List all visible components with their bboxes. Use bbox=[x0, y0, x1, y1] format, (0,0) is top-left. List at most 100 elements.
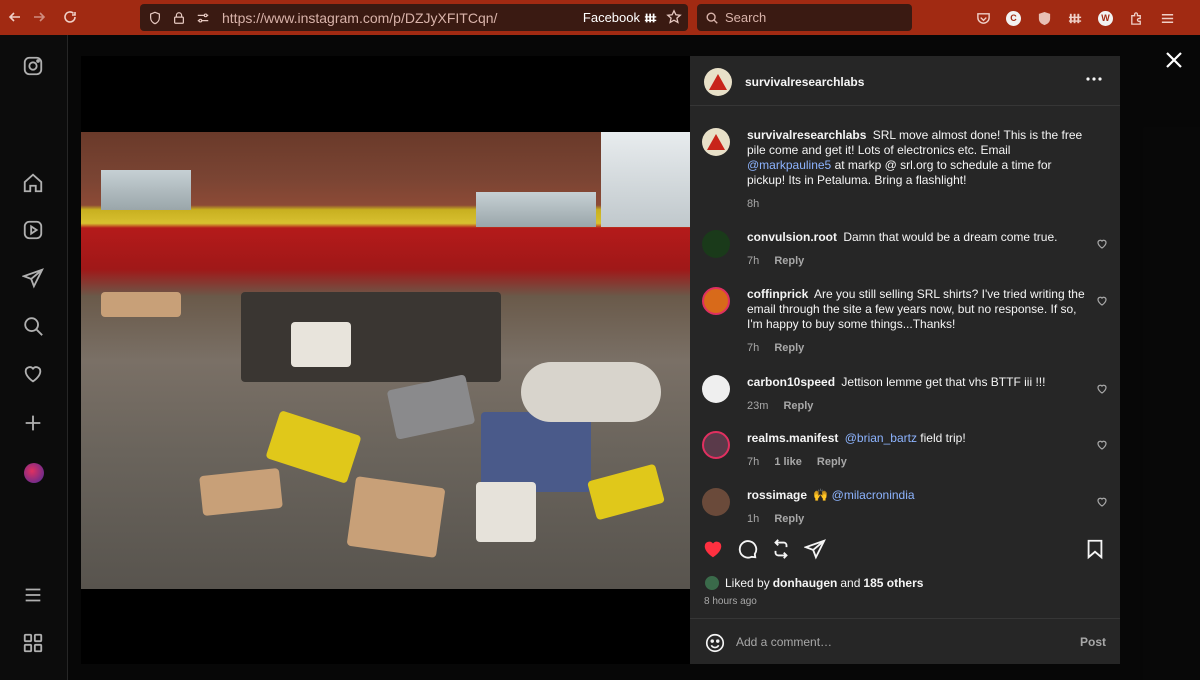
post-caption: survivalresearchlabs SRL move almost don… bbox=[702, 128, 1108, 210]
comment-text: field trip! bbox=[920, 431, 966, 445]
address-bar[interactable]: https://www.instagram.com/p/DZJyXFITCqn/… bbox=[140, 4, 688, 31]
comment-likes[interactable]: 1 like bbox=[774, 456, 802, 468]
caption-text: survivalresearchlabs SRL move almost don… bbox=[747, 128, 1083, 187]
notifications-heart-icon[interactable] bbox=[22, 363, 46, 387]
author-username[interactable]: survivalresearchlabs bbox=[745, 75, 864, 89]
hamburger-menu-icon[interactable] bbox=[1156, 7, 1178, 29]
instagram-sidebar bbox=[0, 35, 68, 680]
home-icon[interactable] bbox=[22, 172, 46, 196]
liker-username[interactable]: donhaugen bbox=[773, 576, 838, 590]
search-icon[interactable] bbox=[22, 315, 46, 339]
reels-icon[interactable] bbox=[22, 219, 46, 243]
photo-cardboard bbox=[199, 467, 283, 517]
search-icon bbox=[706, 11, 718, 24]
comment-input[interactable] bbox=[736, 631, 1056, 653]
post-photo bbox=[81, 132, 690, 589]
caption-time: 8h bbox=[747, 198, 760, 210]
fence-extension-icon[interactable] bbox=[1064, 7, 1086, 29]
caption-meta: 8h bbox=[747, 197, 771, 212]
reply-button[interactable]: Reply bbox=[817, 456, 847, 468]
like-comment-heart-icon[interactable] bbox=[1096, 496, 1108, 508]
bookmark-star-icon[interactable] bbox=[666, 9, 682, 25]
repost-icon bbox=[774, 539, 788, 559]
likes-summary: Liked by donhaugen and 185 others bbox=[704, 575, 926, 591]
url-text: https://www.instagram.com/p/DZJyXFITCqn/ bbox=[222, 9, 498, 26]
extension-c-icon[interactable]: C bbox=[1006, 10, 1021, 26]
commenter-avatar[interactable] bbox=[702, 431, 730, 459]
comment-text: Damn that would be a dream come true. bbox=[843, 230, 1058, 244]
mention-link[interactable]: @markpauline5 bbox=[747, 158, 831, 172]
pocket-icon[interactable] bbox=[972, 7, 994, 29]
like-comment-heart-icon[interactable] bbox=[1096, 295, 1108, 307]
like-comment-heart-icon[interactable] bbox=[1096, 439, 1108, 451]
comment-time: 7h bbox=[747, 255, 760, 267]
create-plus-icon[interactable] bbox=[22, 412, 46, 436]
caption-username[interactable]: survivalresearchlabs bbox=[747, 128, 866, 142]
commenter-avatar[interactable] bbox=[702, 488, 730, 516]
more-menu-icon[interactable] bbox=[22, 584, 46, 608]
commenter-avatar[interactable] bbox=[702, 287, 730, 315]
photo-blue-equipment bbox=[481, 412, 591, 492]
extension-w-icon[interactable]: W bbox=[1098, 10, 1113, 26]
commenter-avatar[interactable] bbox=[702, 375, 730, 403]
forward-button[interactable] bbox=[24, 2, 54, 32]
save-button[interactable] bbox=[1084, 538, 1108, 562]
comment-button[interactable] bbox=[736, 538, 760, 562]
author-avatar[interactable] bbox=[704, 68, 732, 96]
comment-time: 7h bbox=[747, 342, 760, 354]
heart-filled-icon bbox=[704, 541, 722, 558]
reply-button[interactable]: Reply bbox=[774, 342, 804, 354]
reload-button[interactable] bbox=[55, 2, 85, 32]
reply-button[interactable]: Reply bbox=[774, 255, 804, 267]
comment-item: realms.manifest @brian_bartz field trip!… bbox=[702, 431, 1108, 471]
comment-time: 7h bbox=[747, 456, 760, 468]
mention-link[interactable]: @milacronindia bbox=[832, 488, 915, 502]
direct-messages-icon[interactable] bbox=[21, 267, 46, 291]
likes-count[interactable]: 185 others bbox=[863, 576, 923, 590]
photo-window bbox=[476, 192, 596, 227]
comment-username[interactable]: carbon10speed bbox=[747, 375, 835, 389]
photo-yellow-crate bbox=[265, 410, 362, 484]
more-options-icon[interactable] bbox=[1084, 74, 1104, 84]
comment-item: rossimage 🙌 @milacronindia 1h Reply bbox=[702, 488, 1108, 528]
comment-username[interactable]: realms.manifest bbox=[747, 431, 838, 445]
comment-item: carbon10speed Jettison lemme get that vh… bbox=[702, 375, 1108, 415]
repost-button[interactable] bbox=[770, 538, 794, 562]
permissions-icon bbox=[196, 10, 212, 26]
post-header: survivalresearchlabs bbox=[690, 56, 1120, 106]
post-details-panel: survivalresearchlabs survivalresearchlab… bbox=[690, 56, 1120, 664]
send-icon bbox=[803, 539, 826, 560]
instagram-logo-icon[interactable] bbox=[22, 55, 46, 79]
reload-icon bbox=[64, 11, 76, 23]
emoji-icon[interactable] bbox=[704, 632, 726, 654]
search-box[interactable]: Search bbox=[697, 4, 912, 31]
liker-avatar bbox=[704, 575, 720, 591]
author-avatar[interactable] bbox=[702, 128, 730, 156]
comment-username[interactable]: coffinprick bbox=[747, 287, 808, 301]
like-button[interactable] bbox=[702, 538, 726, 562]
like-comment-heart-icon[interactable] bbox=[1096, 238, 1108, 250]
bookmark-icon bbox=[1087, 539, 1103, 560]
commenter-avatar[interactable] bbox=[702, 230, 730, 258]
reply-button[interactable]: Reply bbox=[774, 513, 804, 525]
extensions-puzzle-icon[interactable] bbox=[1125, 7, 1147, 29]
photo-metal-sheet bbox=[386, 374, 476, 440]
container-badge[interactable]: Facebook bbox=[583, 10, 658, 25]
comment-username[interactable]: convulsion.root bbox=[747, 230, 837, 244]
post-media[interactable] bbox=[81, 56, 690, 664]
like-comment-heart-icon[interactable] bbox=[1096, 383, 1108, 395]
ublock-icon[interactable] bbox=[1033, 7, 1055, 29]
comment-username[interactable]: rossimage bbox=[747, 488, 807, 502]
search-placeholder: Search bbox=[725, 10, 767, 25]
close-modal-icon[interactable] bbox=[1162, 48, 1186, 72]
comment-item: coffinprick Are you still selling SRL sh… bbox=[702, 287, 1108, 357]
post-comment-button[interactable]: Post bbox=[1080, 635, 1106, 649]
share-button[interactable] bbox=[803, 538, 828, 562]
comment-bubble-icon bbox=[738, 540, 758, 559]
photo-window bbox=[101, 170, 191, 210]
also-from-meta-icon[interactable] bbox=[22, 632, 46, 656]
reply-button[interactable]: Reply bbox=[783, 400, 813, 412]
photo-cardboard bbox=[101, 292, 181, 317]
mention-link[interactable]: @brian_bartz bbox=[845, 431, 917, 445]
profile-avatar[interactable] bbox=[24, 463, 44, 483]
